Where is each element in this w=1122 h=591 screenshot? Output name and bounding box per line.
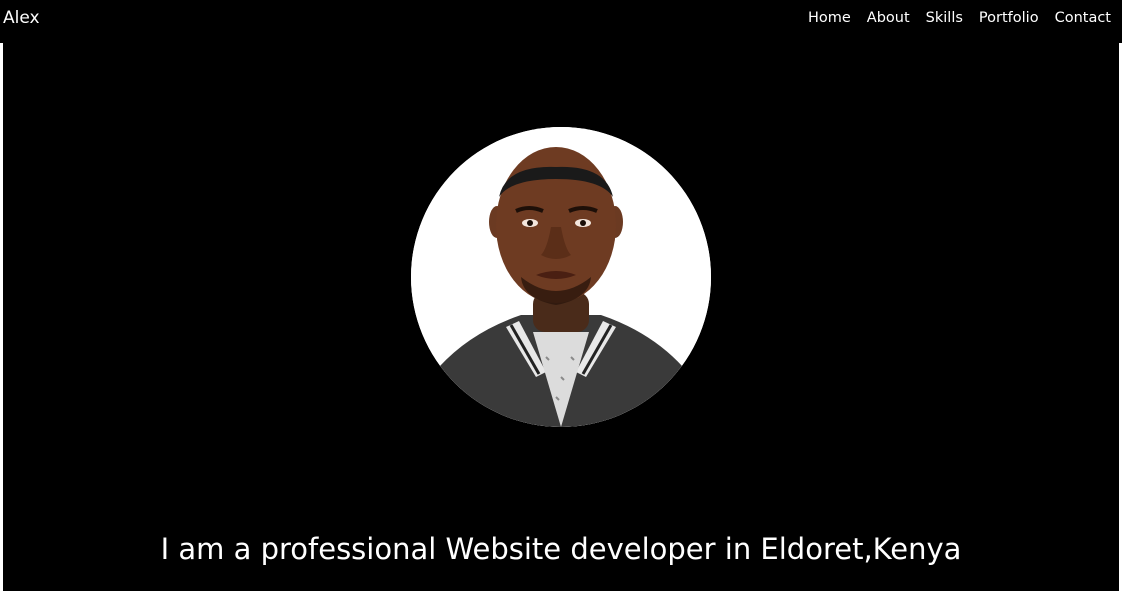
person-portrait-icon [411, 127, 711, 427]
nav-link-contact[interactable]: Contact [1055, 8, 1111, 28]
brand-link[interactable]: Alex [3, 7, 40, 29]
hero-section: I am a professional Website developer in… [3, 43, 1119, 591]
top-navbar: Alex Home About Skills Portfolio Contact [0, 0, 1122, 43]
nav-link-portfolio[interactable]: Portfolio [979, 8, 1039, 28]
nav-menu: Home About Skills Portfolio Contact [808, 8, 1111, 28]
profile-photo [411, 127, 711, 427]
nav-link-about[interactable]: About [867, 8, 910, 28]
nav-link-skills[interactable]: Skills [926, 8, 963, 28]
nav-link-home[interactable]: Home [808, 8, 851, 28]
hero-tagline: I am a professional Website developer in… [160, 532, 962, 566]
